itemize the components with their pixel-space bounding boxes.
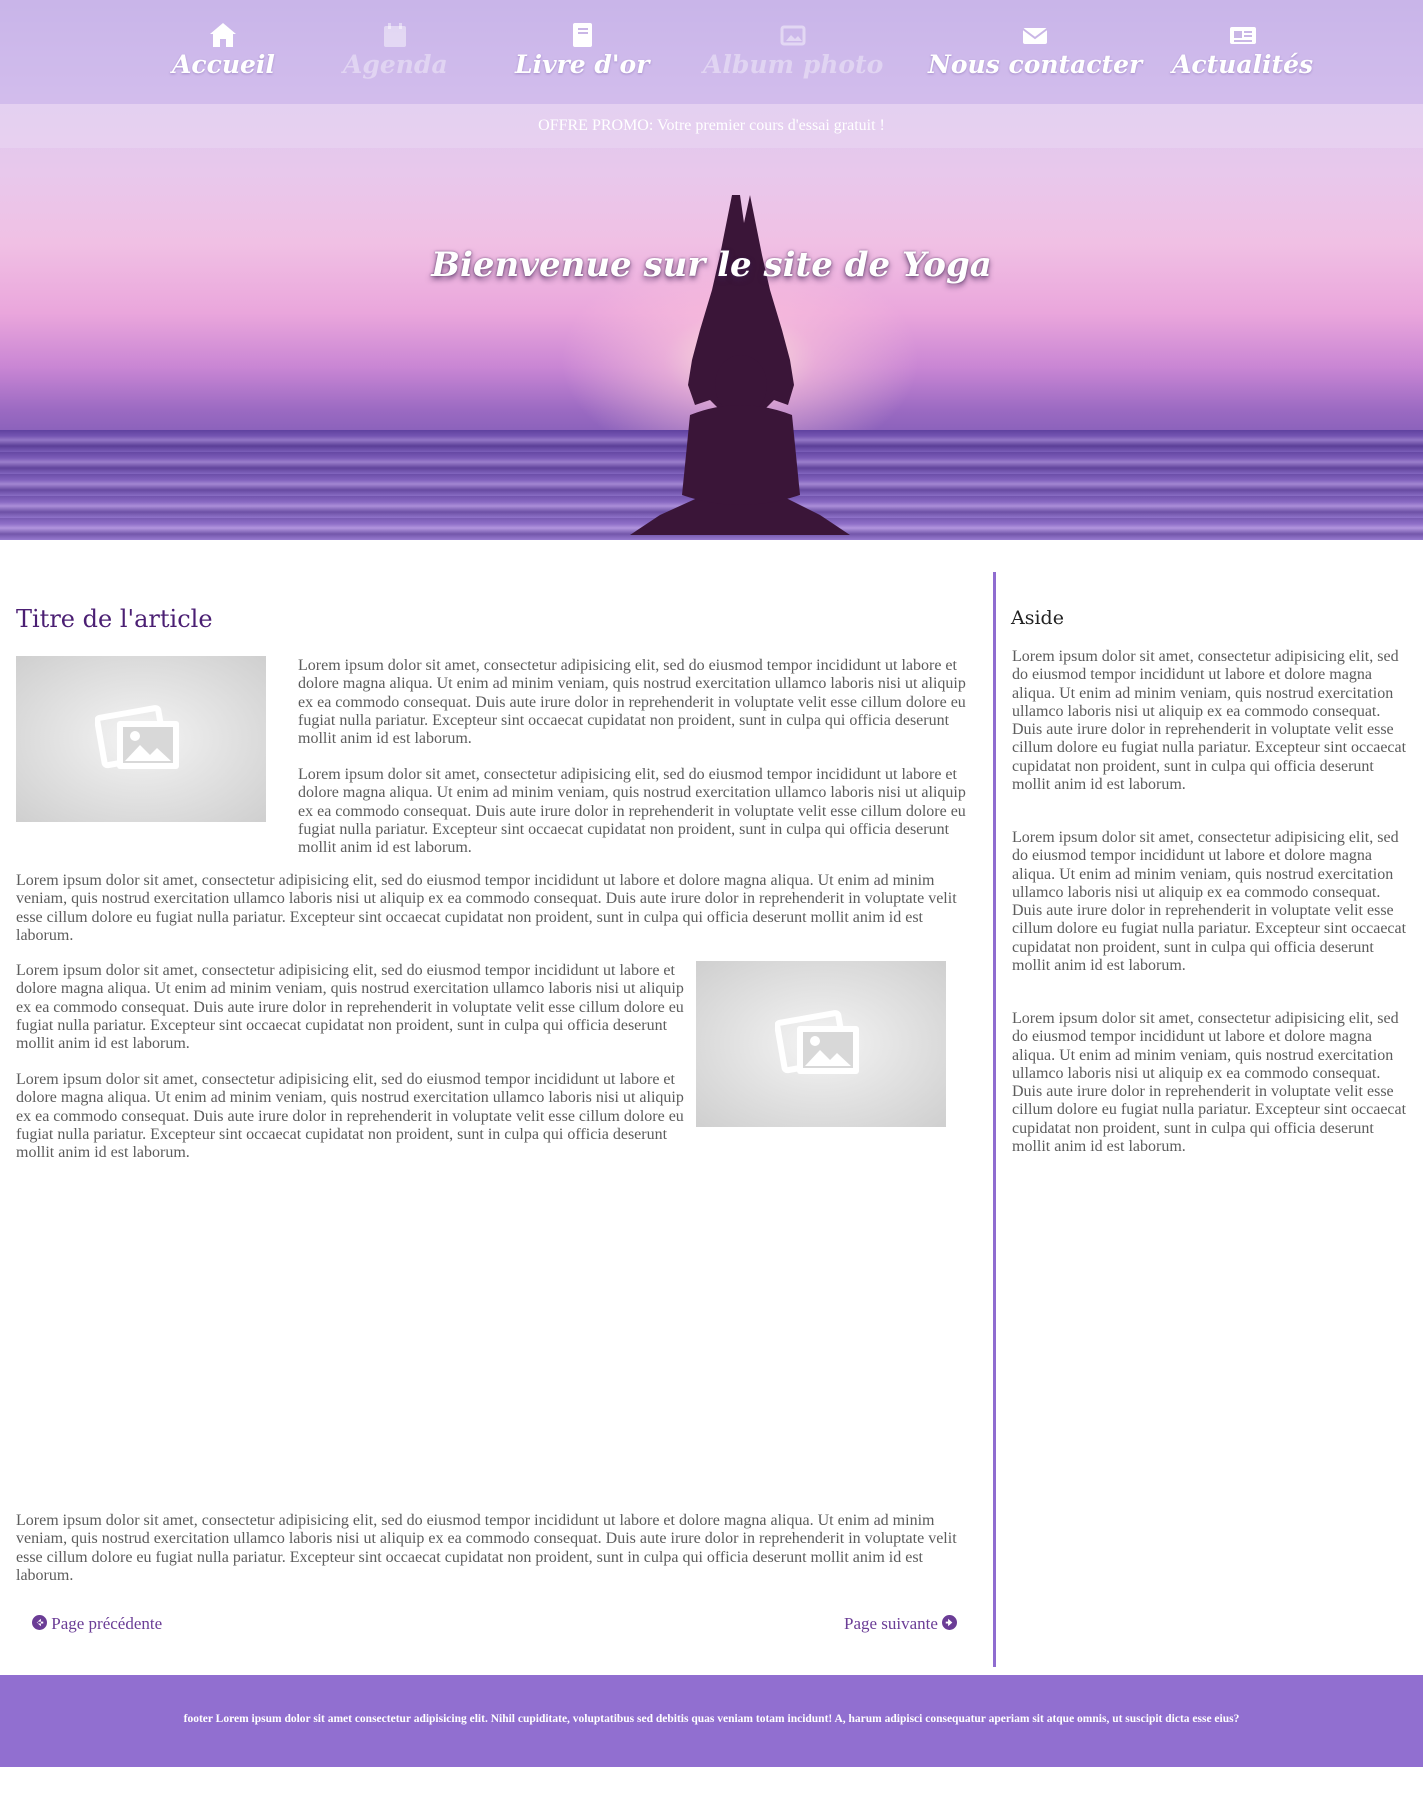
aside-paragraph: Lorem ipsum dolor sit amet, consectetur …: [1012, 1010, 1407, 1156]
footer: footer Lorem ipsum dolor sit amet consec…: [0, 1675, 1423, 1767]
promo-banner[interactable]: OFFRE PROMO: Votre premier cours d'essai…: [0, 104, 1423, 148]
aside-paragraph: Lorem ipsum dolor sit amet, consectetur …: [1012, 829, 1407, 975]
envelope-icon: [1022, 28, 1048, 44]
article-title: Titre de l'article: [16, 605, 213, 633]
image-icon: [775, 1010, 859, 1074]
nav-label: Album photo: [703, 50, 884, 79]
images-icon: [780, 25, 806, 46]
nav-accueil[interactable]: Accueil: [172, 20, 275, 79]
nav-label: Agenda: [343, 50, 448, 79]
previous-page-link[interactable]: Page précédente: [32, 1614, 162, 1634]
article-paragraph: Lorem ipsum dolor sit amet, consectetur …: [16, 1071, 684, 1162]
footer-text: footer Lorem ipsum dolor sit amet consec…: [183, 1713, 1240, 1725]
main-navigation: Accueil Agenda Livre d'or Album photo No…: [0, 0, 1423, 104]
column-divider: [993, 572, 996, 1667]
arrow-circle-left-icon: [32, 1615, 47, 1630]
calendar-icon: [384, 23, 407, 47]
nav-actualites[interactable]: Actualités: [1172, 20, 1313, 79]
next-page-link[interactable]: Page suivante: [844, 1614, 958, 1634]
nav-label: Nous contacter: [928, 50, 1143, 79]
nav-agenda[interactable]: Agenda: [343, 20, 448, 79]
hero-banner: Accueil Agenda Livre d'or Album photo No…: [0, 0, 1423, 540]
home-icon: [210, 23, 237, 47]
article-paragraph: Lorem ipsum dolor sit amet, consectetur …: [16, 1512, 957, 1584]
aside-paragraph: Lorem ipsum dolor sit amet, consectetur …: [1012, 648, 1407, 794]
nav-label: Accueil: [172, 50, 275, 79]
arrow-circle-right-icon: [942, 1615, 958, 1630]
article-paragraph: Lorem ipsum dolor sit amet, consectetur …: [16, 962, 684, 1053]
nav-label: Livre d'or: [515, 50, 650, 79]
image-placeholder: [16, 656, 266, 822]
article-paragraph: Lorem ipsum dolor sit amet, consectetur …: [298, 657, 966, 748]
hero-title: Bienvenue sur le site de Yoga: [431, 245, 992, 285]
nav-album-photo[interactable]: Album photo: [703, 20, 883, 79]
book-icon: [573, 23, 593, 47]
nav-nous-contacter[interactable]: Nous contacter: [928, 20, 1142, 79]
article-paragraph: Lorem ipsum dolor sit amet, consectetur …: [16, 872, 957, 944]
aside-title: Aside: [1011, 607, 1064, 629]
newspaper-icon: [1229, 27, 1256, 44]
nav-livre-dor[interactable]: Livre d'or: [515, 20, 649, 79]
article-paragraph: Lorem ipsum dolor sit amet, consectetur …: [298, 766, 966, 857]
nav-label: Actualités: [1172, 50, 1314, 79]
image-icon: [95, 705, 179, 769]
image-placeholder: [696, 961, 946, 1127]
